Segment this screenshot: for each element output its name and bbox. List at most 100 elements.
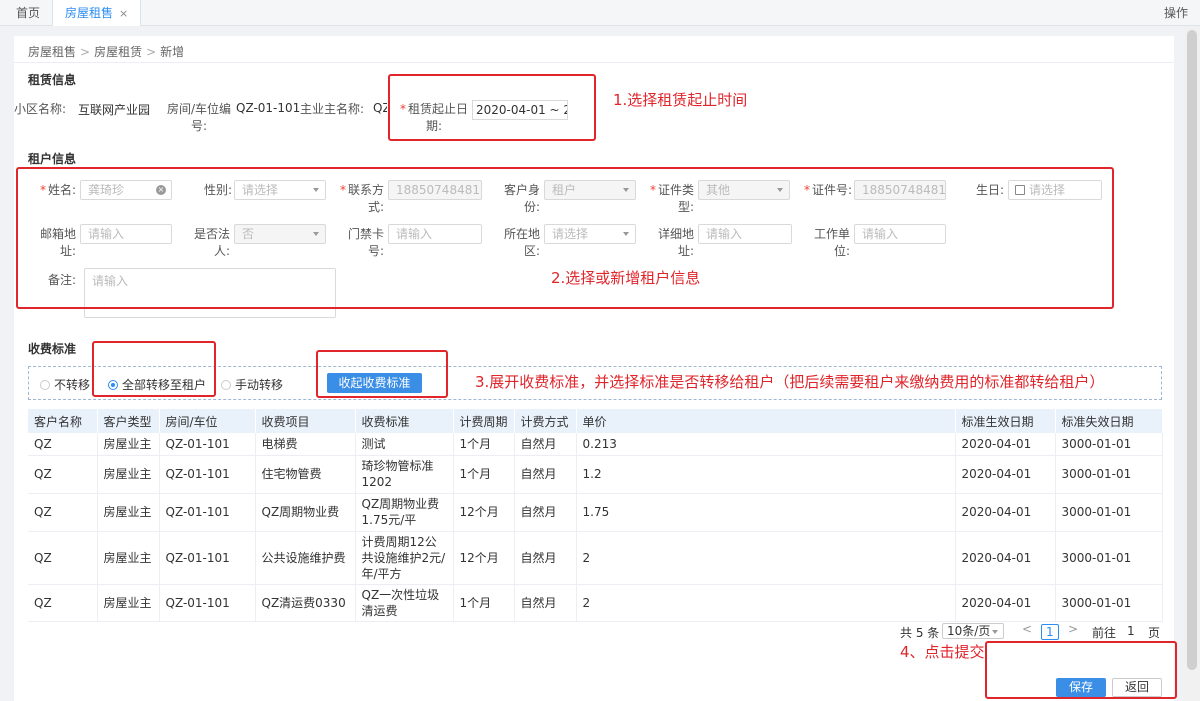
- table-row: QZ 房屋业主 QZ-01-101 住宅物管费 琦珍物管标准1202 1个月 自然月 1.2 2…: [28, 455, 1163, 494]
- prev-page-icon[interactable]: <: [1022, 622, 1032, 636]
- table-header-row: 客户名称 客户类型 房间/车位 收费项目 收费标准 计费周期 计费方式 单价 标…: [28, 409, 1163, 433]
- breadcrumb: 房屋租售 > 房屋租赁 > 新增: [28, 43, 184, 60]
- radio-manual-transfer[interactable]: 手动转移: [221, 376, 283, 393]
- table-row: QZ 房屋业主 QZ-01-101 QZ清运费0330 QZ一次性垃圾清运费 1个月 自然月…: [28, 584, 1163, 622]
- table-cell: 2020-04-01: [955, 531, 1056, 585]
- tab-rental-label: 房屋租售: [65, 6, 114, 20]
- table-cell: QZ: [28, 531, 98, 585]
- table-cell: QZ一次性垃圾清运费: [355, 584, 454, 622]
- table-row: QZ 房屋业主 QZ-01-101 公共设施维护费 计费周期12公共设施维护2元/年/平…: [28, 531, 1163, 585]
- chevron-down-icon: [992, 630, 998, 634]
- owner-value: QZ: [373, 101, 387, 115]
- table-cell: 公共设施维护费: [255, 531, 356, 585]
- tab-home[interactable]: 首页: [4, 0, 52, 26]
- table-cell: QZ清运费0330: [255, 584, 356, 622]
- community-label: 小区名称:: [14, 102, 67, 116]
- table-cell: 2020-04-01: [955, 433, 1056, 456]
- table-cell: 1.75: [576, 493, 956, 532]
- table-cell: 房屋业主: [97, 493, 160, 532]
- next-page-icon[interactable]: >: [1068, 622, 1078, 636]
- table-cell: QZ: [28, 584, 98, 622]
- fee-section-title: 收费标准: [28, 342, 77, 356]
- tab-rental[interactable]: 房屋租售 ×: [52, 0, 142, 26]
- table-cell: QZ-01-101: [159, 584, 256, 622]
- page-size-select[interactable]: 10条/页: [942, 623, 1004, 639]
- table-row: QZ 房屋业主 QZ-01-101 QZ周期物业费 QZ周期物业费1.75元/平 12个月…: [28, 493, 1163, 532]
- table-cell: 测试: [355, 433, 454, 456]
- goto-page-input[interactable]: 1: [1127, 624, 1135, 638]
- table-cell: 3000-01-01: [1055, 433, 1163, 456]
- table-cell: 房屋业主: [97, 531, 160, 585]
- table-cell: 2: [576, 531, 956, 585]
- table-cell: 房屋业主: [97, 433, 160, 456]
- table-cell: QZ-01-101: [159, 531, 256, 585]
- table-cell: 1个月: [453, 433, 515, 456]
- table-cell: 2020-04-01: [955, 493, 1056, 532]
- tenant-section-title: 租户信息: [28, 152, 77, 166]
- chevron-right-icon: >: [146, 45, 157, 59]
- table-cell: QZ: [28, 493, 98, 532]
- save-button[interactable]: 保存: [1056, 678, 1106, 697]
- scrollbar-thumb[interactable]: [1187, 30, 1197, 670]
- table-cell: QZ周期物业费1.75元/平: [355, 493, 454, 532]
- col-header: 客户名称: [28, 409, 98, 433]
- annotation-box-3b: [316, 350, 448, 398]
- operations-menu[interactable]: 操作: [1164, 0, 1188, 26]
- col-header: 标准生效日期: [955, 409, 1056, 433]
- col-header: 房间/车位: [159, 409, 256, 433]
- table-cell: QZ-01-101: [159, 455, 256, 494]
- table-cell: 3000-01-01: [1055, 493, 1163, 532]
- table-cell: 计费周期12公共设施维护2元/年/平方: [355, 531, 454, 585]
- table-cell: 自然月: [514, 531, 577, 585]
- annotation-step1: 1.选择租赁起止时间: [613, 91, 748, 109]
- table-cell: 琦珍物管标准1202: [355, 455, 454, 494]
- table-cell: 2020-04-01: [955, 455, 1056, 494]
- pagination-total: 共 5 条: [900, 626, 940, 640]
- table-cell: 12个月: [453, 493, 515, 532]
- table-cell: 房屋业主: [97, 455, 160, 494]
- radio-icon: [221, 380, 231, 390]
- breadcrumb-item: 新增: [160, 45, 185, 59]
- breadcrumb-item[interactable]: 房屋租售: [28, 45, 76, 59]
- table-cell: 2: [576, 584, 956, 622]
- goto-label: 前往: [1092, 626, 1117, 640]
- table-cell: QZ周期物业费: [255, 493, 356, 532]
- room-label: 房间/车位编号:: [166, 102, 232, 133]
- table-cell: 1.2: [576, 455, 956, 494]
- table-cell: 房屋业主: [97, 584, 160, 622]
- table-cell: 电梯费: [255, 433, 356, 456]
- tab-bar: 首页 房屋租售 × 操作: [0, 0, 1200, 26]
- lease-section-title: 租赁信息: [28, 73, 77, 87]
- col-header: 收费项目: [255, 409, 356, 433]
- table-cell: QZ: [28, 455, 98, 494]
- table-cell: 1个月: [453, 455, 515, 494]
- page-number-current[interactable]: 1: [1041, 624, 1059, 640]
- table-cell: QZ-01-101: [159, 433, 256, 456]
- table-cell: 2020-04-01: [955, 584, 1056, 622]
- divider: [14, 62, 1174, 63]
- col-header: 单价: [576, 409, 956, 433]
- back-button[interactable]: 返回: [1112, 678, 1162, 697]
- annotation-step3: 3.展开收费标准，并选择标准是否转移给租户（把后续需要租户来缴纳费用的标准都转给…: [475, 373, 1105, 391]
- annotation-step4: 4、点击提交: [900, 643, 985, 661]
- scrollbar[interactable]: [1184, 26, 1200, 701]
- annotation-box-3a: [92, 341, 216, 397]
- table-cell: 0.213: [576, 433, 956, 456]
- table-cell: 自然月: [514, 493, 577, 532]
- table-cell: 3000-01-01: [1055, 455, 1163, 494]
- breadcrumb-item[interactable]: 房屋租赁: [94, 45, 142, 59]
- col-header: 客户类型: [97, 409, 160, 433]
- chevron-right-icon: >: [80, 45, 91, 59]
- owner-label: 主业主名称:: [300, 102, 365, 116]
- close-icon[interactable]: ×: [119, 7, 128, 20]
- community-value: 互联网产业园: [78, 103, 151, 117]
- table-cell: 自然月: [514, 433, 577, 456]
- fee-table: 客户名称 客户类型 房间/车位 收费项目 收费标准 计费周期 计费方式 单价 标…: [28, 409, 1163, 622]
- table-cell: QZ-01-101: [159, 493, 256, 532]
- radio-no-transfer[interactable]: 不转移: [40, 376, 90, 393]
- table-cell: 12个月: [453, 531, 515, 585]
- col-header: 计费方式: [514, 409, 577, 433]
- col-header: 收费标准: [355, 409, 454, 433]
- table-row: QZ 房屋业主 QZ-01-101 电梯费 测试 1个月 自然月 0.213 2020-04-0…: [28, 433, 1163, 456]
- room-value: QZ-01-101: [236, 101, 301, 115]
